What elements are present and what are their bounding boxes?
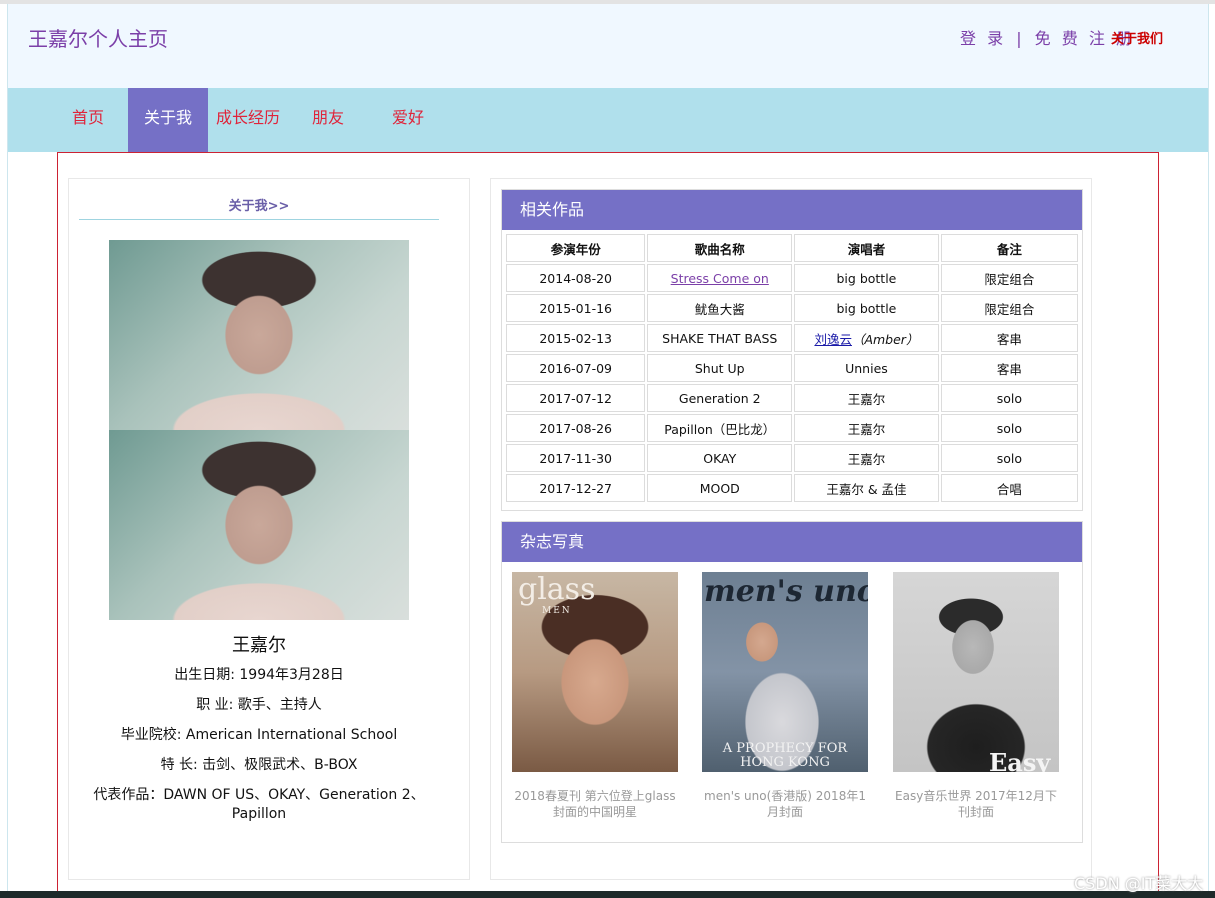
- works-title: 相关作品: [502, 190, 1082, 230]
- info-school: 毕业院校: American International School: [120, 727, 398, 743]
- works-table-header: 参演年份 歌曲名称 演唱者 备注: [506, 234, 1078, 262]
- about-us-link[interactable]: 关于我们: [1111, 28, 1163, 47]
- cell-singer: big bottle: [794, 264, 939, 292]
- nav-item-growth[interactable]: 成长经历: [208, 88, 288, 152]
- main-nav: 首页 关于我 成长经历 朋友 爱好: [8, 88, 1208, 152]
- magazine-caption: 2018春夏刊 第六位登上glass封面的中国明星: [514, 789, 676, 819]
- site-title[interactable]: 王嘉尔个人主页: [28, 23, 168, 52]
- singer-extra: （Amber）: [851, 331, 919, 347]
- cell-date: 2015-02-13: [506, 324, 646, 352]
- cell-singer: 王嘉尔: [794, 414, 939, 442]
- cell-singer: 王嘉尔: [794, 444, 939, 472]
- cell-date: 2017-12-27: [506, 474, 646, 502]
- cover-sub: MEN: [542, 606, 572, 616]
- magazine-cover-easy[interactable]: Easy: [893, 572, 1059, 772]
- cell-date: 2015-01-16: [506, 294, 646, 322]
- profile-heading[interactable]: 关于我>>: [79, 195, 439, 214]
- nav-item-home[interactable]: 首页: [48, 88, 128, 152]
- cell-date: 2017-07-12: [506, 384, 646, 412]
- magazine-item-easy[interactable]: Easy Easy音乐世界 2017年12月下刊封面: [893, 572, 1059, 820]
- magazine-item-glass[interactable]: glass MEN 2018春夏刊 第六位登上glass封面的中国明星: [512, 572, 678, 820]
- cell-date: 2017-08-26: [506, 414, 646, 442]
- cell-date: 2014-08-20: [506, 264, 646, 292]
- cell-singer: Unnies: [794, 354, 939, 382]
- magazine-caption: Easy音乐世界 2017年12月下刊封面: [895, 789, 1057, 819]
- info-birth: 出生日期: 1994年3月28日: [174, 667, 344, 683]
- cell-note: 限定组合: [940, 294, 1078, 322]
- cell-note: solo: [940, 444, 1078, 472]
- magazine-cover-mens-uno[interactable]: men's uno A PROPHECY FOR HONG KONG: [702, 572, 868, 772]
- person-name: 王嘉尔: [232, 635, 286, 656]
- col-header-year: 参演年份: [506, 234, 646, 262]
- cover-word: Easy: [989, 748, 1051, 772]
- cell-song: 鱿鱼大酱: [647, 294, 793, 322]
- table-row: 2017-12-27 MOOD 王嘉尔 & 孟佳 合唱: [506, 474, 1078, 502]
- nav-item-hobbies[interactable]: 爱好: [368, 88, 448, 152]
- nav-item-about-me[interactable]: 关于我: [128, 88, 208, 152]
- cell-song: Stress Come on: [647, 264, 793, 292]
- magazine-item-mens-uno[interactable]: men's uno A PROPHECY FOR HONG KONG men's…: [702, 572, 868, 820]
- table-row: 2017-11-30 OKAY 王嘉尔 solo: [506, 444, 1078, 472]
- cell-singer: 刘逸云（Amber）: [794, 324, 939, 352]
- cover-word: glass: [518, 572, 596, 607]
- cell-singer: 王嘉尔 & 孟佳: [794, 474, 939, 502]
- auth-links: 登 录 | 免 费 注 册: [960, 25, 1135, 49]
- cell-song: OKAY: [647, 444, 793, 472]
- cell-singer: 王嘉尔: [794, 384, 939, 412]
- cell-singer: big bottle: [794, 294, 939, 322]
- cell-song: SHAKE THAT BASS: [647, 324, 793, 352]
- table-row: 2017-08-26 Papillon（巴比龙） 王嘉尔 solo: [506, 414, 1078, 442]
- col-header-note: 备注: [940, 234, 1078, 262]
- cover-sub: A PROPHECY FOR HONG KONG: [722, 741, 848, 770]
- info-works-line1: 代表作品：DAWN OF US、OKAY、Generation 2、: [93, 787, 425, 803]
- cell-song: MOOD: [647, 474, 793, 502]
- col-header-singer: 演唱者: [794, 234, 939, 262]
- info-job: 职 业: 歌手、主持人: [196, 697, 322, 713]
- works-table: 参演年份 歌曲名称 演唱者 备注 2014-08-20 Stress Come …: [504, 232, 1080, 504]
- info-skills: 特 长: 击剑、极限武术、B-BOX: [160, 757, 358, 773]
- login-link[interactable]: 登 录: [960, 29, 1006, 48]
- singer-link[interactable]: 刘逸云: [814, 332, 852, 347]
- col-header-song: 歌曲名称: [647, 234, 793, 262]
- table-row: 2014-08-20 Stress Come on big bottle 限定组…: [506, 264, 1078, 292]
- profile-photo-top: [109, 240, 409, 430]
- auth-separator: |: [1016, 29, 1025, 48]
- bottom-bar: [0, 891, 1215, 898]
- header: 王嘉尔个人主页 登 录 | 免 费 注 册 关于我们: [8, 4, 1208, 88]
- profile-photo-bottom: [109, 430, 409, 620]
- cell-note: 限定组合: [940, 264, 1078, 292]
- table-row: 2015-01-16 鱿鱼大酱 big bottle 限定组合: [506, 294, 1078, 322]
- cell-note: solo: [940, 384, 1078, 412]
- watermark: CSDN @IT菜大大: [1074, 874, 1204, 893]
- cell-song: Generation 2: [647, 384, 793, 412]
- profile-photo: [109, 240, 409, 620]
- cell-date: 2017-11-30: [506, 444, 646, 472]
- cell-song: Shut Up: [647, 354, 793, 382]
- cell-song: Papillon（巴比龙）: [647, 414, 793, 442]
- magazine-title: 杂志写真: [502, 522, 1082, 562]
- magazine-box: 杂志写真 glass MEN 2018春夏刊 第六位登上glass封面的中国明星…: [501, 521, 1083, 843]
- cell-note: 客串: [940, 354, 1078, 382]
- cell-date: 2016-07-09: [506, 354, 646, 382]
- cell-note: 合唱: [940, 474, 1078, 502]
- table-row: 2016-07-09 Shut Up Unnies 客串: [506, 354, 1078, 382]
- table-row: 2017-07-12 Generation 2 王嘉尔 solo: [506, 384, 1078, 412]
- song-link[interactable]: Stress Come on: [671, 271, 769, 286]
- profile-panel: 关于我>> 王嘉尔 出生日期: 1994年3月28日 职 业: 歌手、主持人 毕…: [68, 178, 470, 880]
- cover-word: men's uno: [704, 574, 868, 609]
- works-box: 相关作品 参演年份 歌曲名称 演唱者 备注 2014-08-20 Stress …: [501, 189, 1083, 511]
- profile-heading-divider: [79, 219, 439, 220]
- magazine-cover-glass[interactable]: glass MEN: [512, 572, 678, 772]
- nav-item-friends[interactable]: 朋友: [288, 88, 368, 152]
- info-works-line2: Papillon: [231, 806, 287, 822]
- cell-note: 客串: [940, 324, 1078, 352]
- cell-note: solo: [940, 414, 1078, 442]
- table-row: 2015-02-13 SHAKE THAT BASS 刘逸云（Amber） 客串: [506, 324, 1078, 352]
- magazine-caption: men's uno(香港版) 2018年1月封面: [704, 789, 866, 819]
